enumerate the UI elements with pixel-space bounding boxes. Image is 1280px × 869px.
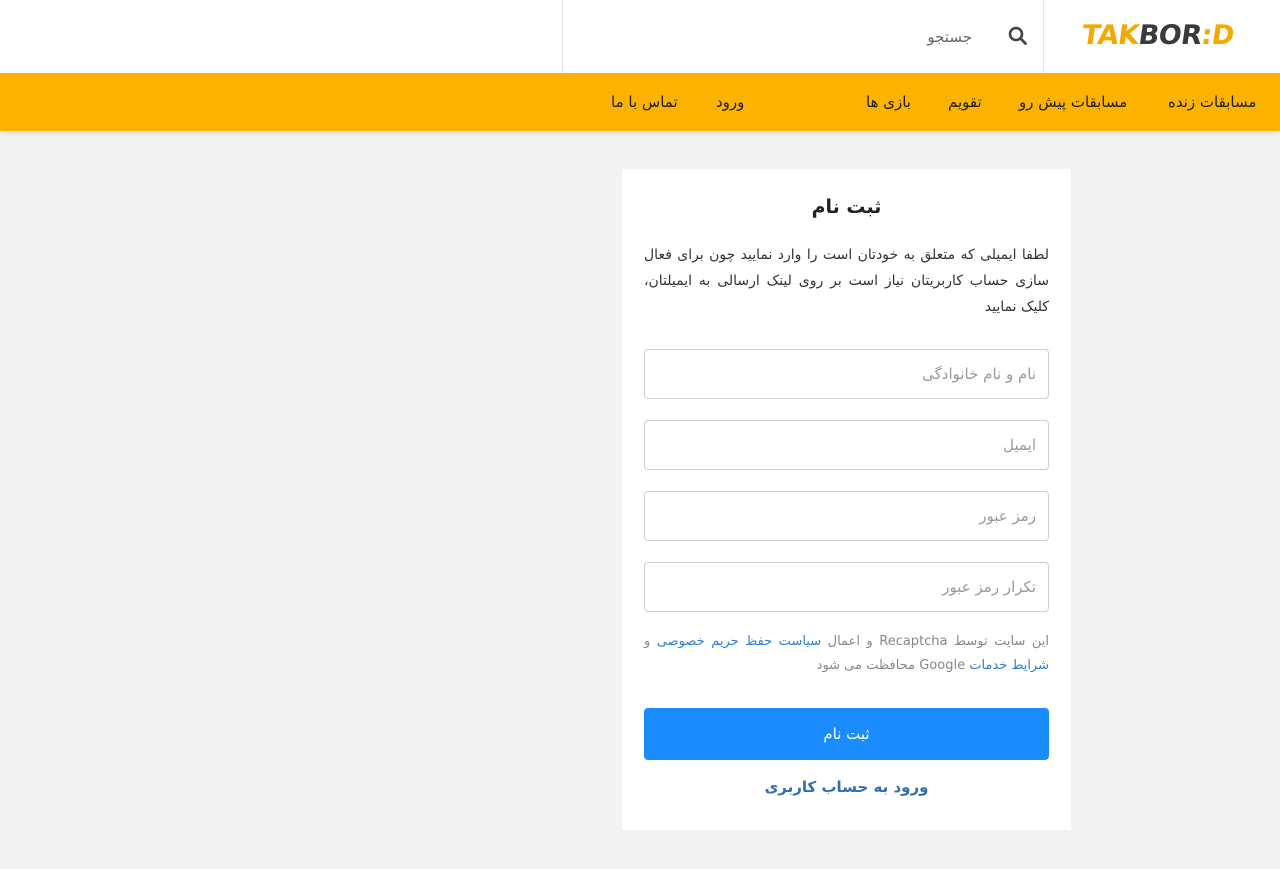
email-field[interactable] [644,420,1049,470]
nav-item-games[interactable]: بازی ها [866,73,911,131]
top-header: TAKBOR:D [0,0,1280,73]
nav-item-calendar[interactable]: تقویم [948,73,982,131]
main-nav: مسابقات زنده مسابقات پیش رو تقویم بازی ه… [0,73,1280,131]
privacy-policy-link[interactable]: سیاست حفظ حریم خصوصی [657,634,821,649]
search-icon[interactable] [1006,24,1030,48]
search-input[interactable] [586,14,976,60]
form-description: لطفا ایمیلی که متعلق به خودتان است را وا… [644,247,1049,315]
password-repeat-field[interactable] [644,562,1049,612]
password-field[interactable] [644,491,1049,541]
nav-item-contact[interactable]: تماس با ما [611,73,678,131]
nav-item-upcoming-matches[interactable]: مسابقات پیش رو [1019,73,1127,131]
form-title: ثبت نام [811,196,882,218]
fullname-field[interactable] [644,349,1049,399]
nav-item-live-matches[interactable]: مسابقات زنده [1168,73,1256,131]
site-logo[interactable]: TAKBOR:D [1080,19,1268,51]
register-button[interactable]: ثبت نام [644,708,1049,760]
nav-item-login[interactable]: ورود [716,73,744,131]
notice-text: این سایت توسط Recaptcha و اعمال [821,634,1049,649]
login-account-link[interactable]: ورود به حساب کاربری [622,778,1071,796]
notice-text: و [644,634,657,649]
recaptcha-notice: این سایت توسط Recaptcha و اعمال سیاست حف… [644,630,1049,678]
notice-text: Google محافظت می شود [816,658,970,673]
terms-of-service-link[interactable]: شرایط خدمات [969,658,1049,673]
